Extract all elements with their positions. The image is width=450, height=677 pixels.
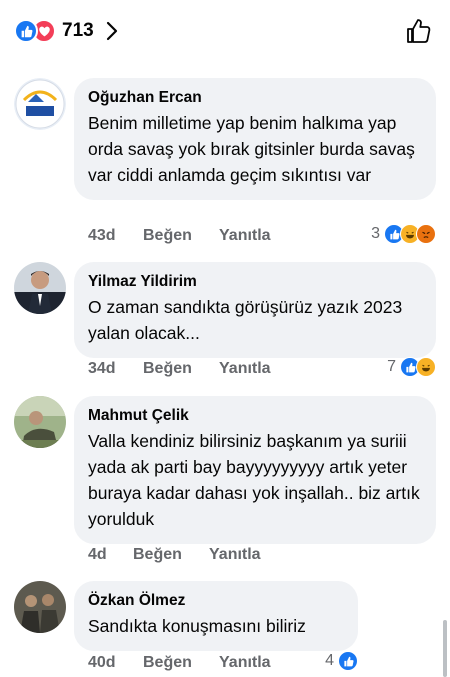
like-button-icon[interactable] — [404, 17, 432, 45]
comment-reactions[interactable]: 7 — [387, 357, 436, 377]
comment-time[interactable]: 40d — [88, 654, 143, 672]
comment-reaction-count: 7 — [387, 358, 396, 375]
comment: Özkan Ölmez Sandıkta konuşmasını biliriz… — [14, 581, 444, 677]
comment-reaction-count: 4 — [325, 652, 334, 669]
reactions-header: 713 — [0, 0, 450, 62]
comment-bubble: Özkan Ölmez Sandıkta konuşmasını biliriz — [74, 581, 358, 651]
comment-bubble: Mahmut Çelik Valla kendiniz bilirsiniz b… — [74, 396, 436, 544]
comment-author[interactable]: Yilmaz Yildirim — [88, 272, 420, 292]
chevron-right-icon[interactable] — [106, 20, 120, 42]
angry-icon — [416, 224, 436, 244]
like-icon — [14, 19, 38, 43]
avatar[interactable] — [14, 581, 66, 633]
avatar[interactable] — [14, 396, 66, 448]
comment: Yilmaz Yildirim O zaman sandıkta görüşür… — [14, 262, 444, 387]
comment-text: O zaman sandıkta görüşürüz yazık 2023 ya… — [88, 297, 403, 343]
comment-actions: 4d Beğen Yanıtla — [88, 546, 261, 564]
like-comment-button[interactable]: Beğen — [133, 546, 209, 564]
comment-reaction-count: 3 — [371, 225, 380, 242]
comment: Oğuzhan Ercan Benim milletime yap benim … — [14, 78, 444, 253]
comment-text: Benim milletime yap benim halkıma yap or… — [88, 113, 415, 185]
comment-time[interactable]: 4d — [88, 546, 133, 564]
like-icon — [338, 651, 358, 671]
comment-text: Valla kendiniz bilirsiniz başkanım ya su… — [88, 431, 420, 529]
comment-actions: 43d Beğen Yanıtla — [88, 227, 271, 245]
comment-bubble: Yilmaz Yildirim O zaman sandıkta görüşür… — [74, 262, 436, 358]
reply-button[interactable]: Yanıtla — [209, 546, 261, 564]
comment-time[interactable]: 43d — [88, 227, 143, 245]
comment: Mahmut Çelik Valla kendiniz bilirsiniz b… — [14, 396, 444, 571]
comment-text: Sandıkta konuşmasını biliriz — [88, 616, 306, 636]
reply-button[interactable]: Yanıtla — [219, 360, 271, 378]
comment-reactions[interactable]: 3 — [371, 224, 436, 244]
comment-time[interactable]: 34d — [88, 360, 143, 378]
avatar[interactable] — [14, 262, 66, 314]
like-comment-button[interactable]: Beğen — [143, 227, 219, 245]
reply-button[interactable]: Yanıtla — [219, 654, 271, 672]
reaction-summary[interactable]: 713 — [14, 18, 120, 44]
comment-actions: 40d Beğen Yanıtla — [88, 654, 271, 672]
avatar[interactable] — [14, 78, 66, 130]
comment-author[interactable]: Özkan Ölmez — [88, 591, 342, 611]
comment-reactions[interactable]: 4 — [325, 651, 358, 671]
reply-button[interactable]: Yanıtla — [219, 227, 271, 245]
comment-actions: 34d Beğen Yanıtla — [88, 360, 271, 378]
like-comment-button[interactable]: Beğen — [143, 654, 219, 672]
reaction-count: 713 — [62, 20, 94, 41]
scrollbar[interactable] — [443, 620, 447, 677]
comment-bubble: Oğuzhan Ercan Benim milletime yap benim … — [74, 78, 436, 200]
like-comment-button[interactable]: Beğen — [143, 360, 219, 378]
haha-icon — [416, 357, 436, 377]
comment-author[interactable]: Oğuzhan Ercan — [88, 88, 420, 108]
comment-author[interactable]: Mahmut Çelik — [88, 406, 420, 426]
